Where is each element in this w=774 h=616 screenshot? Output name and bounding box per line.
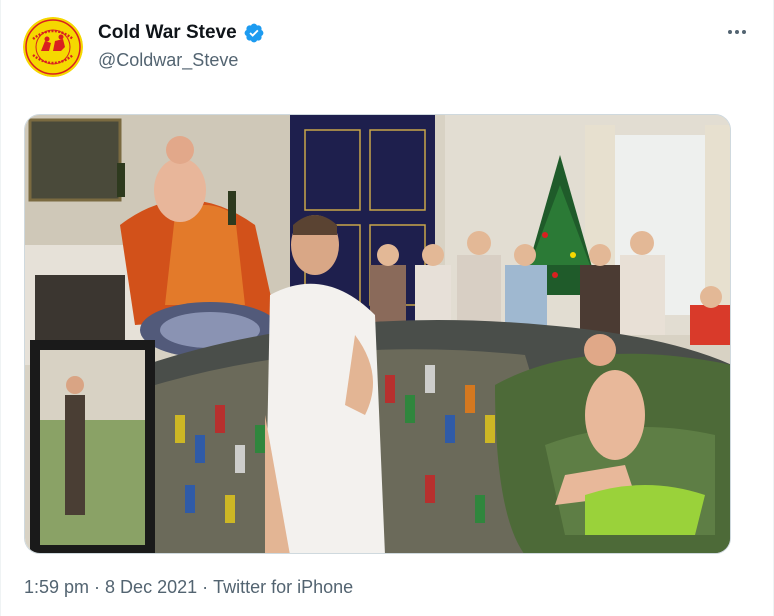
tweet-card: Cold War Steve @Coldwar_Steve 1:59 pm · … [0, 0, 774, 616]
tweet-source-link[interactable]: Twitter for iPhone [213, 577, 353, 597]
verified-badge-icon [243, 22, 265, 44]
author-handle[interactable]: @Coldwar_Steve [98, 49, 238, 71]
more-options-button[interactable] [723, 22, 751, 42]
more-dots-icon [728, 30, 746, 34]
meta-separator-2: · [202, 577, 209, 597]
collage-photo [25, 115, 730, 553]
tweet-time[interactable]: 1:59 pm [24, 577, 89, 597]
cold-war-steve-logo-icon [23, 17, 83, 77]
avatar[interactable] [23, 17, 83, 77]
tweet-media[interactable] [24, 114, 731, 554]
tweet-meta: 1:59 pm · 8 Dec 2021 · Twitter for iPhone [24, 576, 353, 598]
author-display-name[interactable]: Cold War Steve [98, 22, 237, 44]
meta-separator: · [94, 577, 101, 597]
tweet-date[interactable]: 8 Dec 2021 [105, 577, 197, 597]
author-name-row[interactable]: Cold War Steve [98, 22, 265, 44]
